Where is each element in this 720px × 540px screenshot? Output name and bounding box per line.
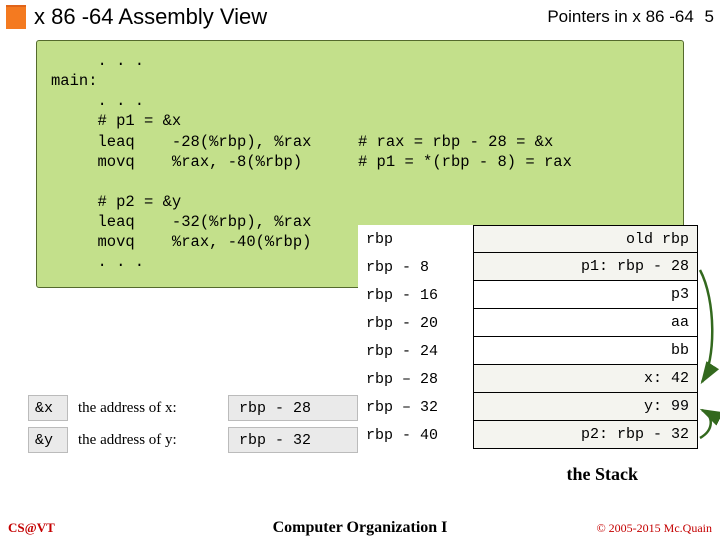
stack-addr: rbp xyxy=(358,225,473,253)
stack-addr: rbp - 16 xyxy=(358,281,473,309)
stack-cell: bb xyxy=(473,337,698,365)
stack-addr: rbp - 8 xyxy=(358,253,473,281)
stack-cell: p1: rbp - 28 xyxy=(473,253,698,281)
footer-right: © 2005-2015 Mc.Quain xyxy=(597,521,712,536)
stack-cell: p2: rbp - 32 xyxy=(473,421,698,449)
accent-square xyxy=(6,5,26,29)
slide-topic: Pointers in x 86 -64 5 xyxy=(547,7,714,27)
stack-cell: aa xyxy=(473,309,698,337)
stack-address-column: rbp rbp - 8 rbp - 16 rbp - 20 rbp - 24 r… xyxy=(358,225,473,449)
stack-cell: y: 99 xyxy=(473,393,698,421)
stack-cell: p3 xyxy=(473,281,698,309)
stack-addr: rbp – 28 xyxy=(358,365,473,393)
stack-addr: rbp – 32 xyxy=(358,393,473,421)
addr-symbol: &y xyxy=(28,427,68,453)
footer-left: CS@VT xyxy=(8,520,55,536)
slide-title: x 86 -64 Assembly View xyxy=(34,4,267,30)
stack-addr: rbp - 20 xyxy=(358,309,473,337)
footer-mid: Computer Organization I xyxy=(273,519,448,537)
addr-symbol: &x xyxy=(28,395,68,421)
stack-addr: rbp - 40 xyxy=(358,421,473,449)
addr-description: the address of y: xyxy=(68,432,228,449)
topic-text: Pointers in x 86 -64 xyxy=(547,7,693,26)
addr-expression: rbp - 32 xyxy=(228,427,358,453)
table-row: &y the address of y: rbp - 32 xyxy=(28,426,366,454)
stack-value-column: old rbp p1: rbp - 28 p3 aa bb x: 42 y: 9… xyxy=(473,225,698,449)
slide-header: x 86 -64 Assembly View Pointers in x 86 … xyxy=(0,0,720,36)
stack-label: the Stack xyxy=(567,464,639,485)
slide-footer: CS@VT Computer Organization I © 2005-201… xyxy=(0,520,720,536)
address-explain-table: &x the address of x: rbp - 28 &y the add… xyxy=(28,394,366,454)
stack-addr: rbp - 24 xyxy=(358,337,473,365)
table-row: &x the address of x: rbp - 28 xyxy=(28,394,366,422)
stack-diagram: rbp rbp - 8 rbp - 16 rbp - 20 rbp - 24 r… xyxy=(358,225,698,449)
stack-cell: x: 42 xyxy=(473,365,698,393)
addr-expression: rbp - 28 xyxy=(228,395,358,421)
stack-cell: old rbp xyxy=(473,225,698,253)
addr-description: the address of x: xyxy=(68,400,228,417)
page-number: 5 xyxy=(705,7,714,26)
